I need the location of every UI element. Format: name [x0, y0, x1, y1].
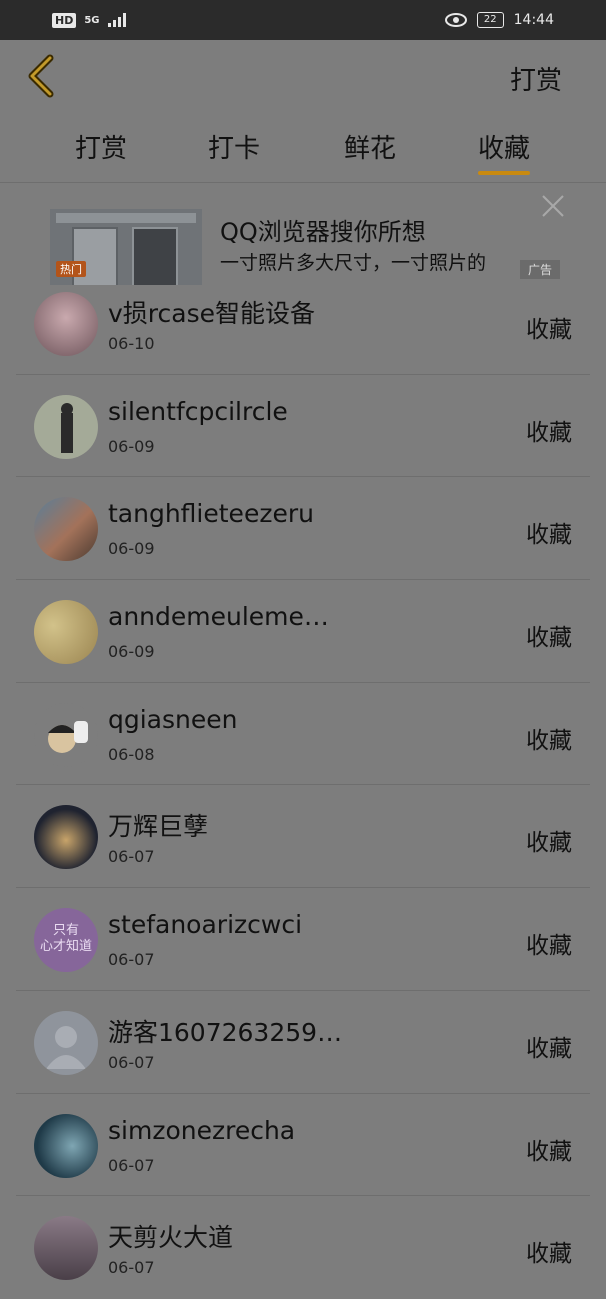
- date-label: 06-09: [108, 539, 155, 559]
- date-label: 06-07: [108, 847, 155, 867]
- user-name: stefanoarizcwci: [108, 910, 303, 940]
- list-item[interactable]: silentfcpcilrcle 06-09 收藏: [0, 375, 606, 478]
- favorite-status[interactable]: 收藏: [526, 1029, 572, 1063]
- favorite-status[interactable]: 收藏: [526, 1234, 572, 1268]
- user-name: 万辉巨孽: [108, 812, 209, 842]
- list-item[interactable]: 万辉巨孽 06-07 收藏: [0, 785, 606, 889]
- user-name: v损rcase智能设备: [108, 299, 315, 328]
- user-name: 天剪火大道: [108, 1223, 234, 1253]
- date-label: 06-07: [108, 1258, 155, 1278]
- tab-bar: 打赏 打卡 鲜花 收藏: [0, 128, 606, 182]
- hd-badge: HD: [52, 12, 77, 28]
- avatar[interactable]: [34, 1010, 98, 1075]
- eye-icon: [444, 13, 467, 27]
- status-right: 22 14:44: [444, 12, 554, 28]
- avatar[interactable]: 只有 心才知道: [34, 908, 98, 973]
- favorite-status[interactable]: 收藏: [526, 823, 572, 857]
- date-label: 06-09: [108, 642, 155, 662]
- user-name: 游客1607263259807: [108, 1017, 348, 1047]
- list-item[interactable]: v损rcase智能设备 06-10 收藏: [0, 272, 606, 375]
- user-name: simzonezrecha: [108, 1115, 296, 1145]
- favorite-status[interactable]: 收藏: [526, 1132, 572, 1166]
- list-item[interactable]: simzonezrecha 06-07 收藏: [0, 1094, 606, 1197]
- battery-icon: 22: [476, 12, 504, 28]
- list-item[interactable]: 游客1607263259807 06-07 收藏: [0, 991, 606, 1094]
- avatar[interactable]: [34, 1216, 98, 1281]
- date-label: 06-07: [108, 1052, 155, 1072]
- avatar-text-line2: 心才知道: [39, 939, 92, 955]
- signal-icon: [107, 13, 126, 27]
- list-item[interactable]: tanghflieteezeru 06-09 收藏: [0, 477, 606, 581]
- network-label: 5G: [84, 14, 100, 26]
- date-label: 06-09: [108, 436, 155, 456]
- list-item[interactable]: qgiasneen 06-08 收藏: [0, 683, 606, 786]
- list-item[interactable]: 只有 心才知道 stefanoarizcwci 06-07 收藏: [0, 888, 606, 991]
- list-item[interactable]: anndemeulemе… 06-09 收藏: [0, 580, 606, 683]
- ad-description: 一寸照片多大尺寸，一寸照片的: [220, 252, 487, 274]
- tab-divider: [0, 182, 606, 183]
- date-label: 06-08: [108, 744, 155, 764]
- clock: 14:44: [513, 12, 554, 28]
- favorite-status[interactable]: 收藏: [526, 413, 572, 447]
- avatar[interactable]: [34, 394, 98, 459]
- close-icon[interactable]: [540, 193, 566, 219]
- tab-flowers[interactable]: 鲜花: [344, 128, 396, 165]
- tab-tip[interactable]: 打赏: [75, 128, 127, 165]
- status-left: HD 5G: [52, 12, 126, 28]
- avatar[interactable]: [34, 702, 98, 767]
- favorite-status[interactable]: 收藏: [526, 310, 572, 344]
- favorite-status[interactable]: 收藏: [526, 515, 572, 549]
- top-bar: 打赏: [0, 40, 606, 115]
- avatar[interactable]: [34, 292, 98, 356]
- list-item[interactable]: 天剪火大道 06-07 收藏: [0, 1196, 606, 1299]
- tab-favorites[interactable]: 收藏: [478, 128, 531, 175]
- favorite-status[interactable]: 收藏: [526, 618, 572, 652]
- favorites-list: v损rcase智能设备 06-10 收藏 silentfcpcilrcle 06…: [0, 272, 606, 1299]
- favorite-status[interactable]: 收藏: [526, 721, 572, 755]
- status-bar: HD 5G 22 14:44: [0, 0, 606, 40]
- ad-title[interactable]: QQ浏览器搜你所想: [220, 212, 426, 247]
- tab-checkin[interactable]: 打卡: [208, 128, 260, 165]
- user-name: anndemeulemе…: [108, 602, 329, 632]
- date-label: 06-07: [108, 1155, 155, 1175]
- ad-banner[interactable]: 热门 QQ浏览器搜你所想 一寸照片多大尺寸，一寸照片的 广告: [50, 190, 560, 285]
- avatar[interactable]: [34, 805, 98, 870]
- back-arrow-icon[interactable]: [24, 54, 64, 98]
- avatar[interactable]: [34, 497, 98, 562]
- date-label: 06-07: [108, 950, 155, 970]
- user-name: qgiasneen: [108, 704, 238, 734]
- user-name: silentfcpcilrcle: [108, 396, 288, 426]
- avatar[interactable]: [34, 600, 98, 665]
- user-name: tanghflieteezeru: [108, 499, 314, 529]
- tip-action-button[interactable]: 打赏: [510, 60, 562, 97]
- avatar[interactable]: [34, 1113, 98, 1178]
- date-label: 06-10: [108, 334, 155, 353]
- avatar-text-line1: 只有: [52, 923, 79, 939]
- favorite-status[interactable]: 收藏: [526, 926, 572, 960]
